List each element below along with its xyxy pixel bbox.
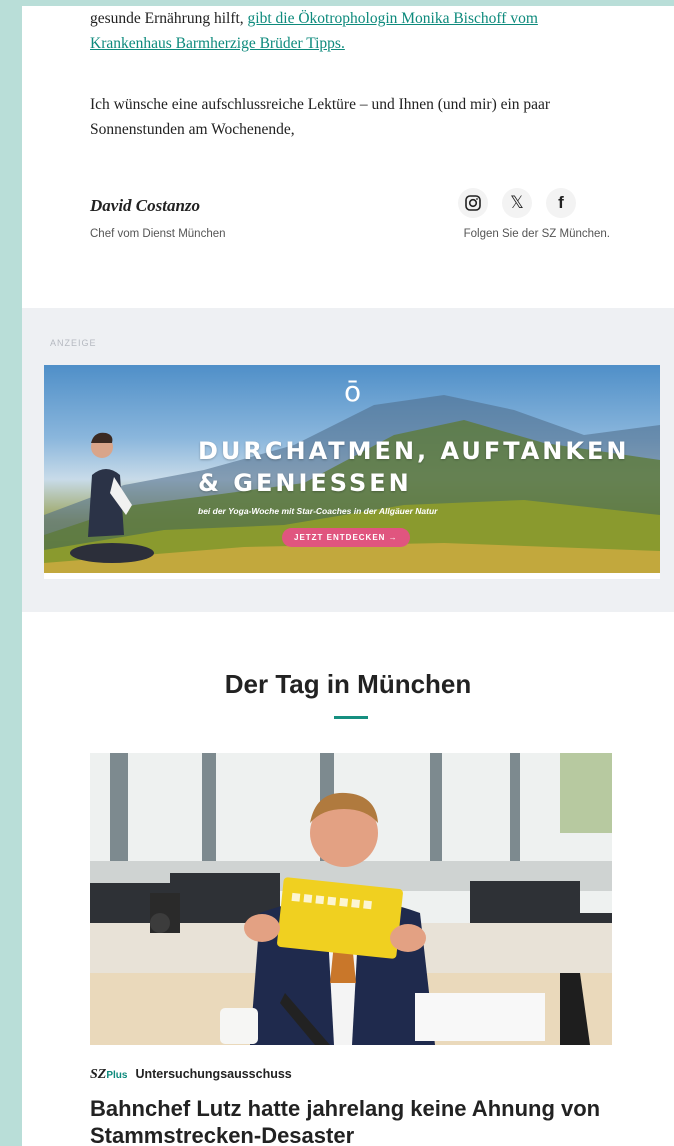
intro-text: gesunde Ernährung hilft, [90, 10, 248, 27]
banner-bottom-strip [44, 573, 660, 579]
x-icon[interactable]: 𝕏 [502, 188, 532, 218]
ad-banner[interactable]: ō DURCHATMEN, AUFTANKEN & GENIESSEN bei … [44, 365, 660, 573]
article-headline[interactable]: Bahnchef Lutz hatte jahrelang keine Ahnu… [90, 1095, 650, 1146]
ad-subline: bei der Yoga-Woche mit Star-Coaches in d… [198, 506, 438, 516]
author-name: David Costanzo [90, 196, 201, 215]
ad-headline-line-1: DURCHATMEN, AUFTANKEN [198, 437, 630, 465]
section-divider [334, 716, 368, 719]
intro-paragraph: gesunde Ernährung hilft, gibt die Ökotro… [90, 6, 620, 56]
article-kicker: SZPlus Untersuchungsausschuss [90, 1067, 292, 1083]
x-glyph: 𝕏 [510, 193, 524, 213]
instagram-icon[interactable] [458, 188, 488, 218]
newsletter-card: gesunde Ernährung hilft, gibt die Ökotro… [22, 6, 674, 1146]
kicker-text: Untersuchungsausschuss [135, 1067, 292, 1081]
social-links: 𝕏 f [458, 188, 576, 218]
sz-logo: SZ [90, 1067, 107, 1082]
follow-text: Folgen Sie der SZ München. [463, 228, 610, 240]
section-title: Der Tag in München [224, 669, 472, 699]
facebook-glyph: f [558, 193, 564, 212]
closing-paragraph: Ich wünsche eine aufschlussreiche Lektür… [90, 96, 551, 138]
ad-headline-line-2: & GENIESSEN [198, 469, 412, 497]
press-conference-photo-illustration [90, 753, 612, 1045]
ad-label: ANZEIGE [50, 338, 97, 348]
ad-section: ANZEIGE ō DURCHATMEN, AUFTANKEN & GENIES… [22, 308, 674, 612]
facebook-icon[interactable]: f [546, 188, 576, 218]
retreat-logo: ō [344, 375, 362, 408]
author-role: Chef vom Dienst München [90, 228, 226, 240]
article-photo[interactable] [90, 753, 612, 1045]
sz-plus-badge: Plus [106, 1070, 128, 1081]
ad-cta-button[interactable]: JETZT ENTDECKEN → [282, 528, 410, 547]
